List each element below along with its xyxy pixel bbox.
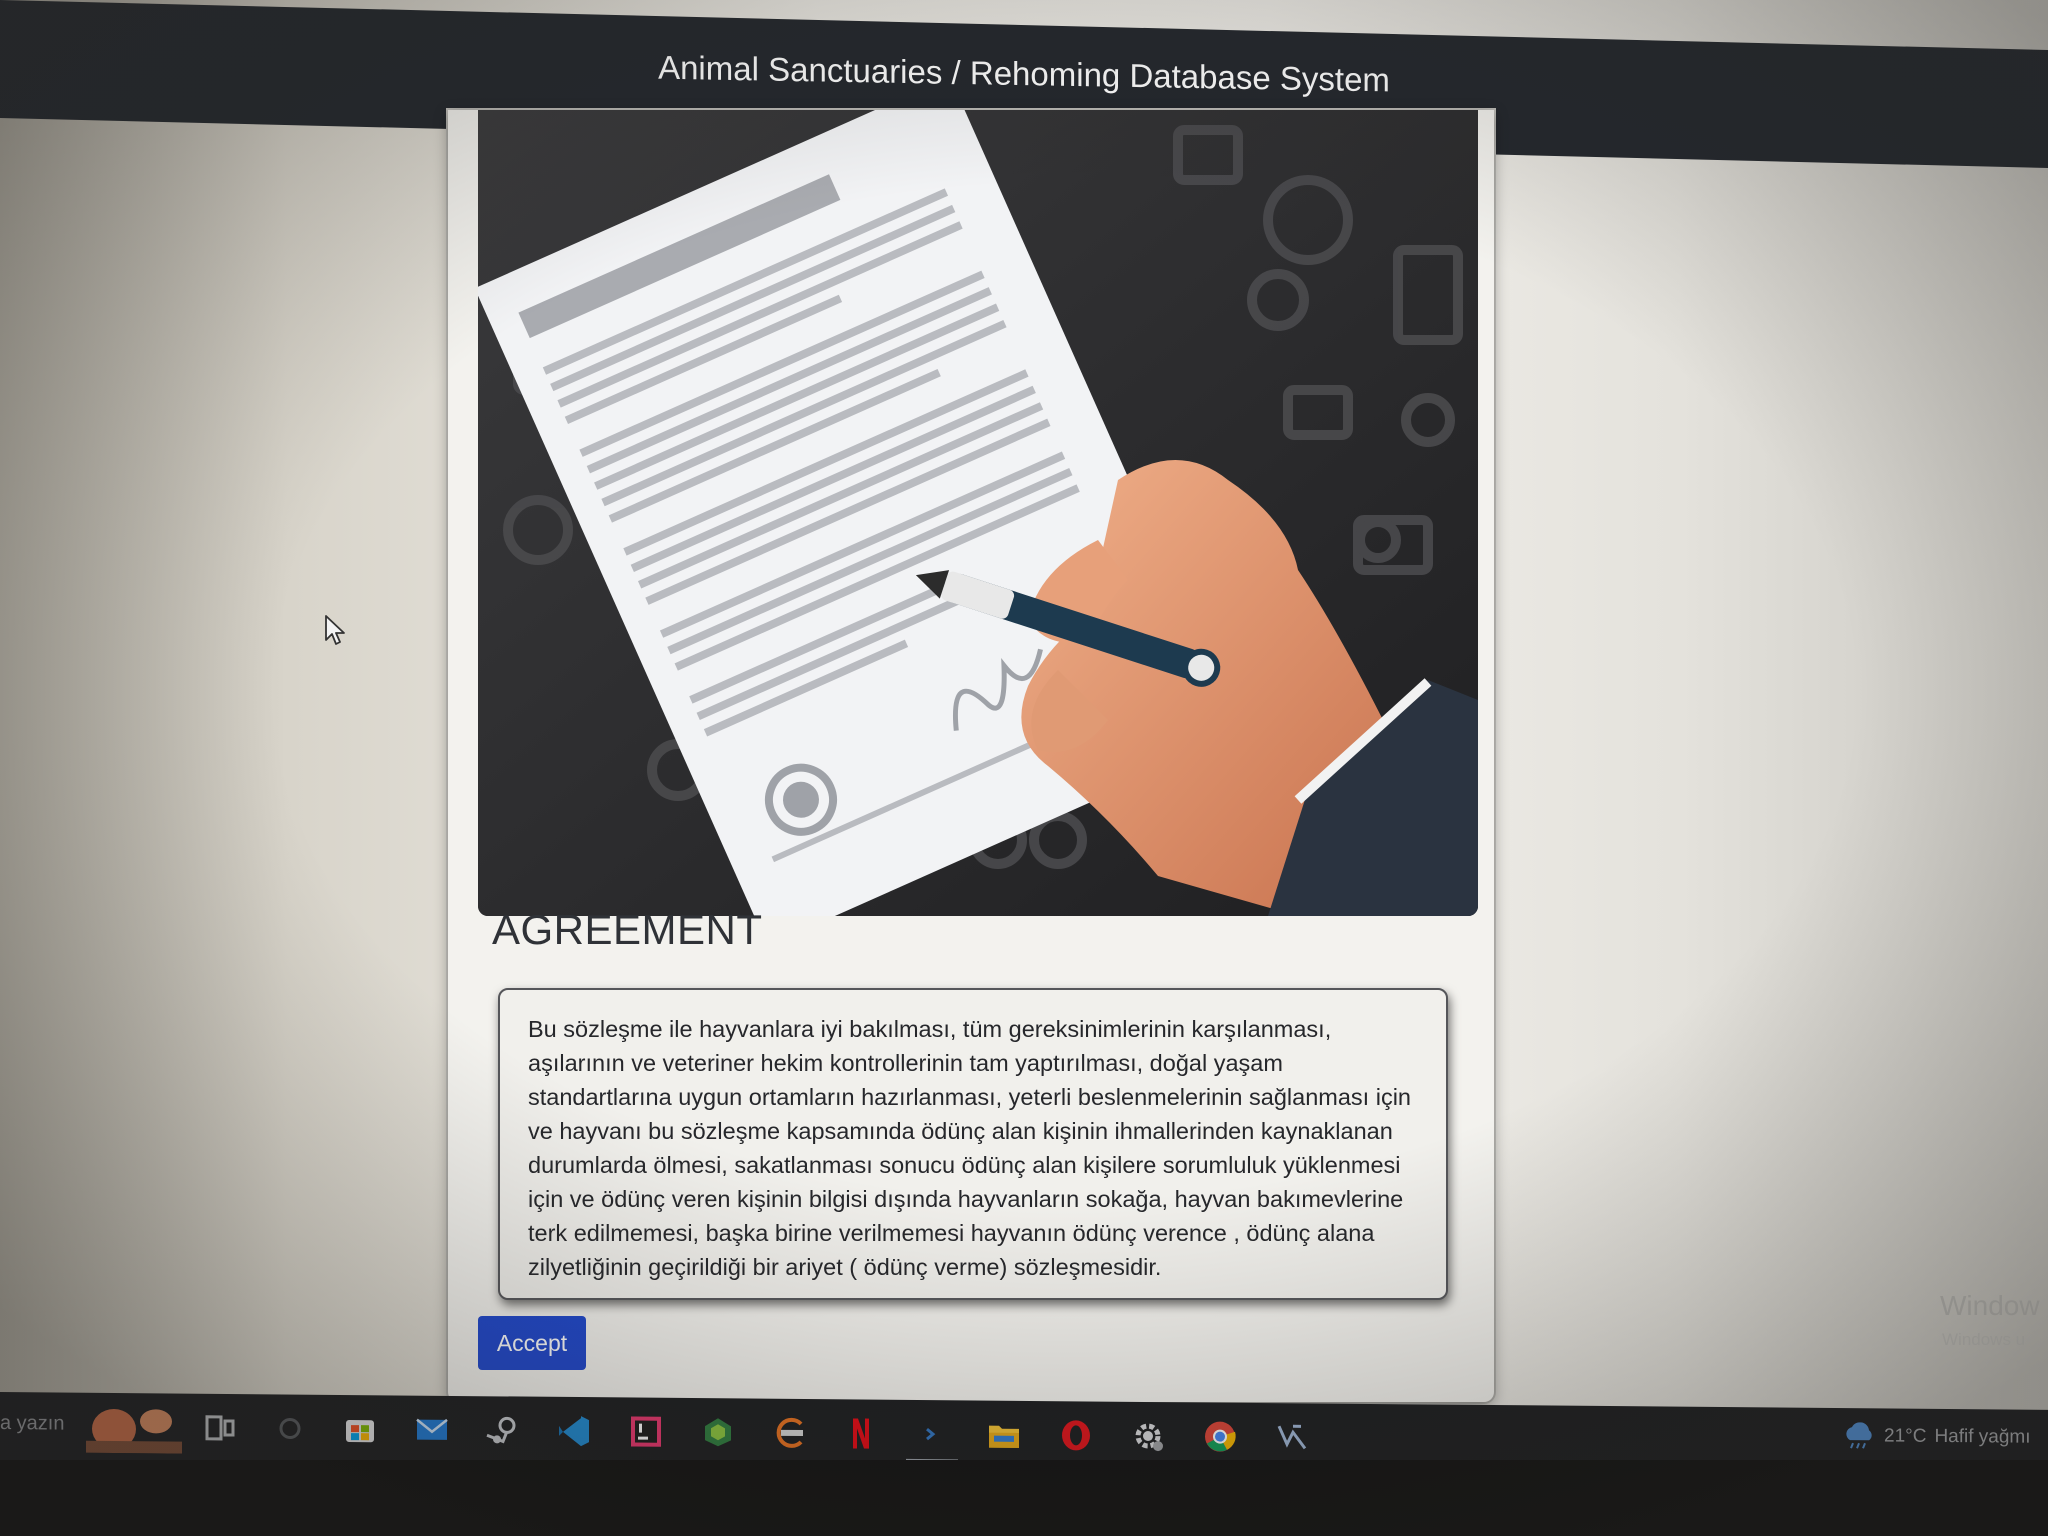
contract-signing-illustration: [478, 110, 1478, 916]
agreement-text: Bu sözleşme ile hayvanlara iyi bakılması…: [528, 1016, 1411, 1280]
accept-button[interactable]: Accept: [478, 1316, 586, 1370]
mouse-cursor-icon: [325, 615, 345, 645]
netflix-icon[interactable]: [826, 1405, 894, 1462]
search-highlight-icon: [86, 1408, 182, 1454]
monitor-bezel: [0, 1460, 2048, 1536]
intellij-icon[interactable]: [612, 1403, 680, 1460]
mail-icon[interactable]: [398, 1401, 466, 1458]
screen: Animal Sanctuaries / Rehoming Database S…: [0, 0, 2048, 1536]
gpu-app-icon[interactable]: [684, 1404, 752, 1461]
weather-temperature: 21°C: [1884, 1425, 1927, 1447]
windows-activation-subtext: Windows u: [1942, 1330, 2026, 1349]
weather-condition: Hafif yağmı: [1934, 1425, 2031, 1448]
contract-illustration-svg: [478, 110, 1478, 916]
taskbar-search-box[interactable]: a yazın: [0, 1412, 64, 1436]
opera-icon[interactable]: [1042, 1407, 1110, 1464]
cloud-rain-icon: [1846, 1422, 1872, 1449]
store-icon[interactable]: [326, 1401, 394, 1458]
unity-icon[interactable]: [1258, 1409, 1326, 1466]
weather-widget[interactable]: 21°C Hafif yağmı: [1842, 1422, 2031, 1452]
windows-activation-watermark: Window: [1940, 1290, 2040, 1321]
chrome-icon[interactable]: [1186, 1408, 1254, 1465]
agreement-card: AGREEMENT Bu sözleşme ile hayvanlara iyi…: [448, 110, 1494, 1402]
steam-icon[interactable]: [468, 1402, 536, 1459]
agreement-heading: AGREEMENT: [492, 906, 763, 953]
file-explorer-icon[interactable]: [970, 1406, 1038, 1463]
cortana-icon[interactable]: [256, 1400, 324, 1457]
app-title: Animal Sanctuaries / Rehoming Database S…: [658, 48, 1390, 99]
agreement-text-box: Bu sözleşme ile hayvanlara iyi bakılması…: [498, 988, 1448, 1300]
powershell-icon[interactable]: [898, 1406, 966, 1463]
task-view-icon[interactable]: [186, 1400, 254, 1457]
settings-icon[interactable]: [1114, 1408, 1182, 1465]
app-icon[interactable]: [756, 1405, 824, 1462]
vscode-icon[interactable]: [540, 1403, 608, 1460]
